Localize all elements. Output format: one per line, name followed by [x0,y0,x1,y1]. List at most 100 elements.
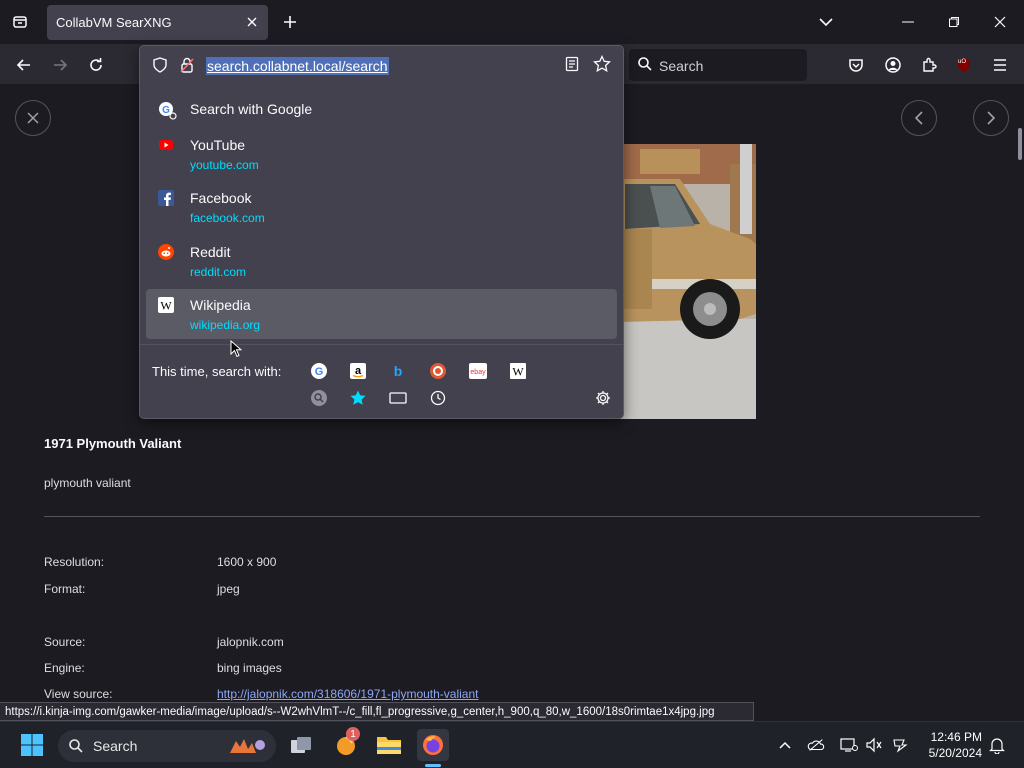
bing-letter: b [394,363,403,379]
search-mode-button[interactable] [310,389,328,407]
volume-muted-icon[interactable] [865,736,883,754]
account-icon[interactable] [881,53,905,77]
close-window-icon[interactable] [990,12,1010,32]
network-icon[interactable] [840,736,858,754]
mouse-cursor-icon [230,339,243,363]
reload-icon[interactable] [84,53,108,77]
web-search-bar[interactable]: Search [629,49,807,81]
windows-taskbar: Search 1 12:46 PM 5/20/2024 [0,721,1024,768]
insecure-lock-icon[interactable] [180,57,194,78]
google-search-icon: G [158,101,177,120]
file-explorer-icon[interactable] [373,729,405,761]
view-source-link[interactable]: http://jalopnik.com/318606/1971-plymouth… [217,687,479,701]
system-clock[interactable]: 12:46 PM 5/20/2024 [920,729,982,761]
suggestion-title: Facebook [190,190,252,206]
youtube-icon [158,137,174,153]
suggestion-reddit[interactable]: Reddit reddit.com [146,236,617,286]
forward-arrow-icon[interactable] [48,53,72,77]
amazon-letter: a [355,365,362,377]
restore-window-icon[interactable] [944,12,964,32]
minimize-window-icon[interactable] [898,12,918,32]
google-engine-letter: G [315,366,324,378]
result-image[interactable] [620,144,756,419]
onedrive-off-icon[interactable] [807,736,825,754]
clock-date: 5/20/2024 [928,746,982,760]
page-scrollbar[interactable] [1018,128,1022,160]
chevron-left-icon [914,111,923,125]
search-settings-button[interactable] [594,389,612,407]
google-letter: G [162,105,170,116]
resolution-label: Resolution: [44,555,105,569]
suggestion-facebook[interactable]: Facebook facebook.com [146,182,617,232]
engine-label: Engine: [44,661,85,675]
shield-icon[interactable] [152,57,168,78]
bookmark-star-icon[interactable] [593,54,611,78]
format-label: Format: [44,582,86,596]
image-title: 1971 Plymouth Valiant [44,436,182,451]
hamburger-menu-icon[interactable] [988,53,1012,77]
bing-engine-button[interactable]: b [389,362,407,380]
history-mode-button[interactable] [429,389,447,407]
amazon-engine-button[interactable]: a [349,362,367,380]
close-tab-icon[interactable] [244,14,260,30]
reader-view-icon[interactable] [565,56,579,77]
tab-icon [389,392,407,404]
suggestion-title: Search with Google [190,101,313,117]
image-description: plymouth valiant [44,476,131,490]
previous-image-button[interactable] [901,100,937,136]
suggestion-url: facebook.com [190,211,265,225]
one-off-search-label: This time, search with: [152,364,282,379]
link-status-bar: https://i.kinja-img.com/gawker-media/ima… [0,702,754,721]
ebay-text: ebay [470,369,486,376]
ebay-engine-button[interactable]: ebay [469,362,487,380]
search-icon [637,56,653,77]
popup-divider [140,344,623,345]
ublock-label: uO [958,59,967,65]
chevron-up-icon[interactable] [776,736,794,754]
task-view-icon[interactable] [285,729,317,761]
search-highlight-icon [228,735,268,762]
notifications-bell-icon[interactable] [988,736,1006,754]
engine-value: bing images [217,661,282,675]
taskbar-search-box[interactable]: Search [58,730,276,762]
suggestion-youtube[interactable]: YouTube youtube.com [146,129,617,179]
duckduckgo-engine-button[interactable] [429,362,447,380]
windows-start-icon[interactable] [20,733,44,757]
active-app-indicator [425,764,441,767]
suggestion-url: wikipedia.org [190,318,261,332]
gear-icon [596,391,610,405]
source-label: Source: [44,635,86,649]
source-value: jalopnik.com [217,635,284,649]
urlbar-input[interactable]: search.collabnet.local/search [140,46,623,84]
bookmarks-mode-button[interactable] [349,389,367,407]
firefox-view-icon[interactable] [8,10,32,34]
new-tab-icon[interactable] [280,12,300,32]
next-image-button[interactable] [973,100,1009,136]
wikipedia-engine-button[interactable]: W [509,362,527,380]
firefox-taskbar-icon[interactable] [417,729,449,761]
extensions-icon[interactable] [917,53,941,77]
wikipedia-engine-letter: W [512,365,524,379]
view-source-label: View source: [44,687,113,701]
close-detail-button[interactable] [15,100,51,136]
ublock-origin-icon[interactable]: uO [952,53,976,77]
language-icon[interactable] [892,736,910,754]
resolution-value: 1600 x 900 [217,555,277,569]
search-icon [311,390,327,406]
suggestion-search-google[interactable]: G Search with Google [146,93,617,125]
pocket-icon[interactable] [844,53,868,77]
reddit-icon [158,244,174,260]
tabs-mode-button[interactable] [389,389,407,407]
tab-title: CollabVM SearXNG [56,15,172,30]
star-icon [350,390,366,405]
suggestion-title: Wikipedia [190,297,251,313]
clock-icon [430,390,446,406]
suggestion-wikipedia[interactable]: W Wikipedia wikipedia.org [146,289,617,339]
list-all-tabs-icon[interactable] [816,12,836,32]
back-arrow-icon[interactable] [12,53,36,77]
web-search-placeholder: Search [659,58,704,74]
clock-time: 12:46 PM [930,730,982,744]
google-engine-button[interactable]: G [310,362,328,380]
url-text[interactable]: search.collabnet.local/search [206,57,389,75]
tab-collabvm-searxng[interactable]: CollabVM SearXNG [47,5,268,40]
